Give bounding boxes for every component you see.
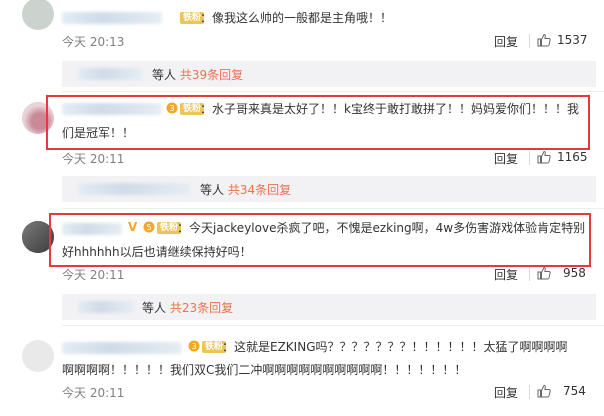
thumbs-up-icon[interactable] — [537, 33, 551, 47]
comment-time: 今天 20:11 — [62, 386, 125, 400]
avatar[interactable] — [22, 340, 54, 372]
separator — [529, 151, 530, 165]
comment-text-continued: 啊啊啊啊！！！！！我们双C我们二冲啊啊啊啊啊啊啊啊啊啊！！！！！！！ — [62, 363, 467, 377]
username-blurred[interactable] — [62, 223, 122, 235]
sub-reply-names — [78, 183, 190, 195]
avatar[interactable] — [22, 102, 54, 134]
separator — [529, 385, 530, 399]
comment-time: 今天 20:13 — [62, 35, 125, 49]
comment-text: ：这就是EZKING吗？？？？？？？！！！！！！太猛了啊啊啊啊 — [222, 340, 568, 354]
separator — [529, 267, 530, 281]
comment-time: 今天 20:11 — [62, 152, 125, 166]
thumbs-up-icon[interactable] — [537, 150, 551, 164]
comment-text: ：今天jackeylove杀疯了吧，不愧是ezking啊，4w多伤害游戏体验肯定… — [177, 221, 586, 235]
view-replies-link[interactable]: 共39条回复 — [180, 68, 243, 82]
reply-button[interactable]: 回复 — [494, 150, 518, 167]
username-blurred[interactable] — [62, 342, 182, 354]
level-icon: 3 — [188, 340, 200, 352]
reply-button[interactable]: 回复 — [494, 266, 518, 283]
comment-time: 今天 20:11 — [62, 268, 125, 282]
reply-button[interactable]: 回复 — [494, 384, 518, 401]
svg-text:3: 3 — [169, 104, 174, 113]
view-replies-link[interactable]: 共34条回复 — [228, 183, 291, 197]
like-count: 754 — [563, 384, 586, 398]
comment-text-continued: 好hhhhhh以后也请继续保持好吗！ — [62, 245, 252, 259]
like-count: 958 — [563, 266, 586, 280]
thumbs-up-icon[interactable] — [537, 266, 551, 280]
sub-reply-names — [78, 68, 142, 80]
sub-replies-bar: 等人 共39条回复 — [62, 61, 596, 87]
svg-text:3: 3 — [191, 342, 196, 351]
sub-reply-prefix: 等人 — [152, 68, 177, 82]
thumbs-up-icon[interactable] — [537, 384, 551, 398]
avatar[interactable] — [22, 0, 54, 30]
divider — [62, 325, 604, 326]
comment-text: ：像我这么帅的一般都是主角哦！！ — [200, 11, 393, 25]
sub-reply-names — [78, 301, 134, 313]
sub-replies-bar: 等人 共23条回复 — [62, 294, 596, 320]
username-blurred[interactable] — [62, 103, 162, 115]
comment-text-continued: 们是冠军！！ — [62, 126, 135, 140]
avatar[interactable] — [22, 221, 54, 253]
verified-v-icon: V — [128, 220, 138, 234]
level-icon: 5 — [143, 221, 155, 233]
sub-replies-bar: 等人 共34条回复 — [62, 176, 596, 202]
like-count: 1165 — [557, 150, 588, 164]
view-replies-link[interactable]: 共23条回复 — [170, 301, 233, 315]
reply-button[interactable]: 回复 — [494, 33, 518, 50]
svg-text:5: 5 — [146, 223, 151, 232]
divider — [62, 91, 604, 92]
username-blurred[interactable] — [62, 12, 162, 24]
comment-text: ：水子哥来真是太好了！！k宝终于敢打敢拼了！！妈妈爱你们！！！我 — [200, 102, 579, 116]
separator — [529, 34, 530, 48]
like-count: 1537 — [557, 33, 588, 47]
sub-reply-prefix: 等人 — [200, 183, 225, 197]
sub-reply-prefix: 等人 — [142, 301, 167, 315]
divider — [62, 208, 604, 209]
level-icon: 3 — [166, 102, 178, 114]
